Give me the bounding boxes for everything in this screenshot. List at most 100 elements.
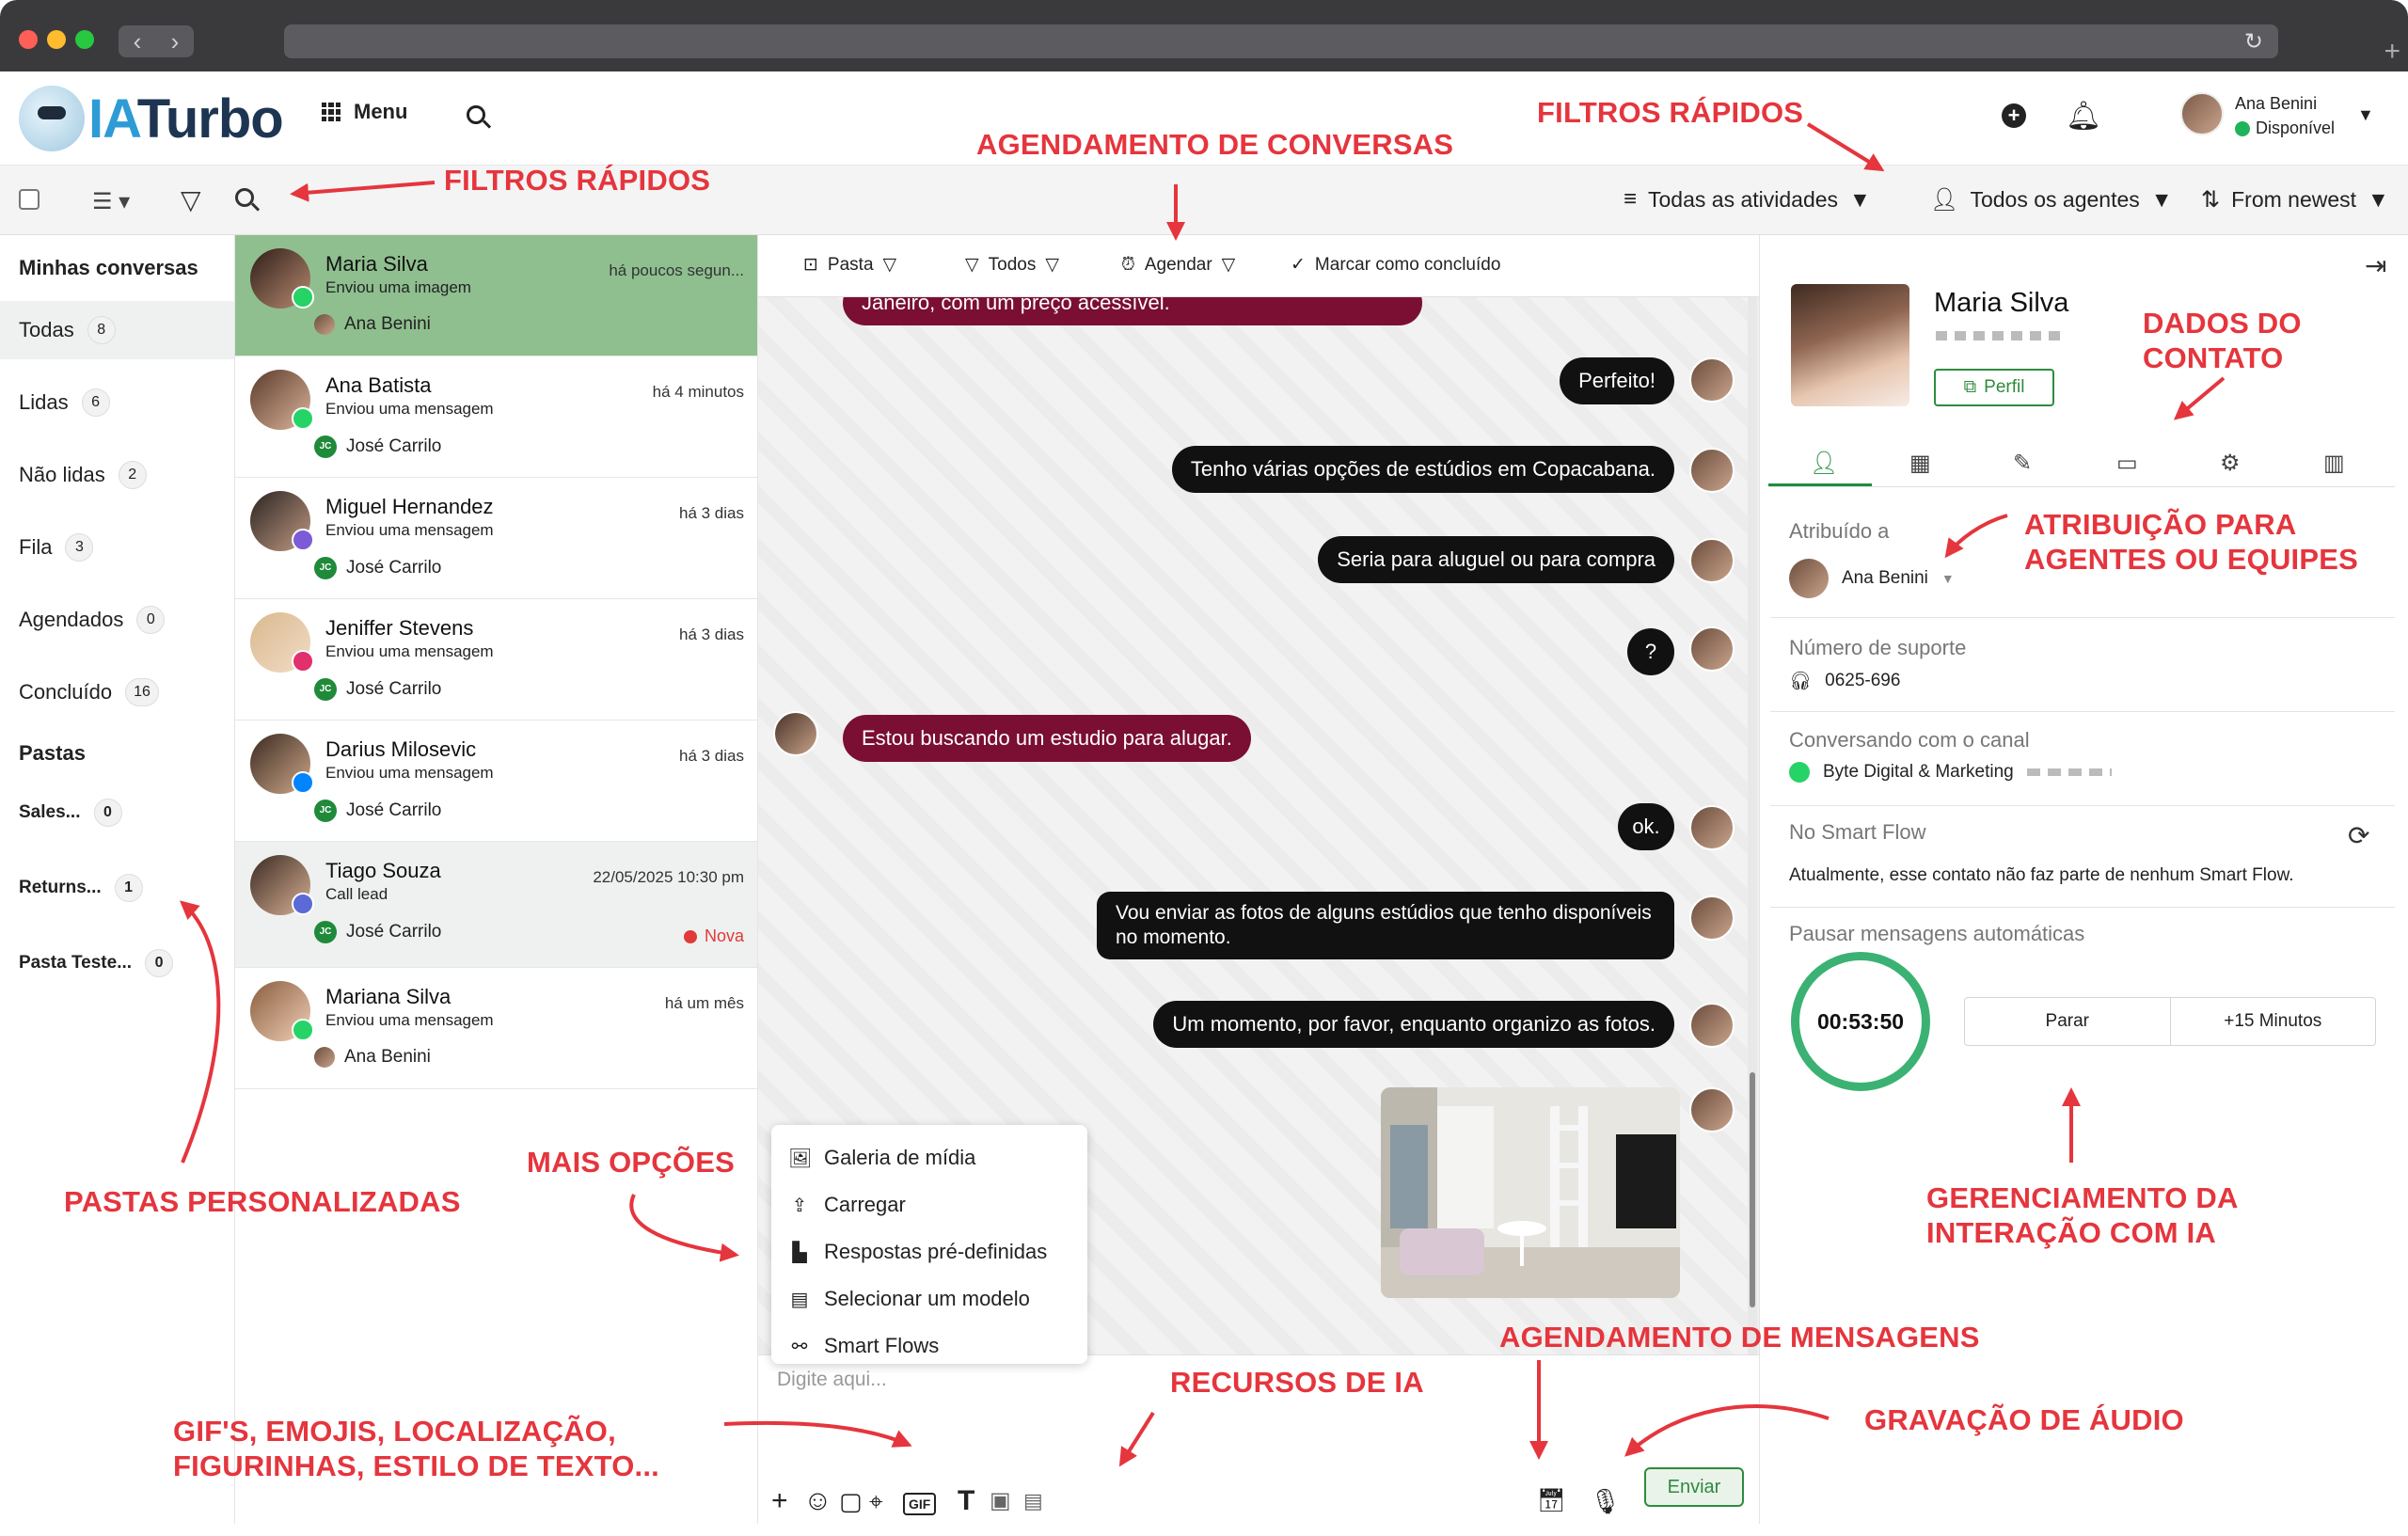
sort-label: From newest	[2231, 187, 2357, 212]
person-tab-icon[interactable]: 👤︎	[1810, 450, 1838, 477]
text-style-icon[interactable]: T	[958, 1487, 974, 1515]
agent-avatar	[314, 1047, 335, 1068]
conversation-time: há 3 dias	[679, 625, 744, 643]
user-avatar[interactable]	[2180, 92, 2224, 135]
list-view-icon[interactable]: ☰ ▾	[92, 188, 130, 215]
conversation-preview: Enviou uma imagem	[325, 278, 471, 296]
conversation-item[interactable]: Miguel Hernandez Enviou uma mensagem há …	[235, 478, 757, 599]
user-settings-tab-icon[interactable]: ⚙	[2220, 450, 2241, 477]
search-icon[interactable]	[467, 105, 485, 124]
sidebar-item-nao-lidas[interactable]: Não lidas 2	[0, 446, 234, 504]
agent-initials-avatar: JC	[314, 557, 337, 579]
annotation-line: CONTATO	[2143, 340, 2284, 374]
annotation-quick-filters-right: FILTROS RÁPIDOS	[1537, 96, 1804, 129]
user-status[interactable]: Disponível	[2235, 119, 2335, 138]
sidebar-item-fila[interactable]: Fila 3	[0, 518, 234, 577]
emoji-icon[interactable]: ☺	[803, 1487, 832, 1515]
menu-item-select-template[interactable]: ▤ Selecionar um modelo	[771, 1275, 1087, 1322]
edit-tab-icon[interactable]: ✎	[2013, 450, 2032, 477]
location-pin-icon[interactable]: ⌖	[869, 1487, 883, 1515]
filter-icon[interactable]: ▽	[181, 184, 201, 215]
folder-label: Pasta Teste...	[19, 953, 133, 973]
search-icon[interactable]	[235, 188, 254, 207]
message-text: Janeiro, com um preço acessível.	[862, 297, 1170, 314]
maximize-window-button[interactable]	[75, 30, 94, 49]
message-input[interactable]: Digite aqui...	[777, 1369, 887, 1391]
count-badge: 16	[125, 678, 159, 706]
logo: IATurbo	[19, 83, 284, 154]
menu-item-media-gallery[interactable]: 🖼︎ Galeria de mídia	[771, 1134, 1087, 1181]
plus-icon[interactable]: +	[771, 1487, 788, 1515]
reload-icon[interactable]: ↻	[2244, 28, 2263, 55]
sort-dropdown[interactable]: ⇅ From newest ▼	[2201, 186, 2389, 214]
sidebar-item-concluido[interactable]: Concluído 16	[0, 663, 234, 721]
kanban-tab-icon[interactable]: ▭	[2116, 450, 2138, 477]
agent-name: Ana Benini	[344, 1047, 431, 1067]
conversation-item[interactable]: Maria Silva Enviou uma imagem há poucos …	[235, 235, 757, 356]
menu-item-upload[interactable]: ⇪ Carregar	[771, 1181, 1087, 1228]
document-tab-icon[interactable]: ▥	[2323, 450, 2345, 477]
assigned-label: Atribuído a	[1789, 519, 1890, 543]
id-card-tab-icon[interactable]: ▦	[1909, 450, 1931, 477]
all-dropdown[interactable]: ▽ Todos ▽	[965, 254, 1059, 276]
assigned-dropdown[interactable]: Ana Benini ▼	[1789, 559, 1955, 598]
back-icon[interactable]: ‹	[119, 25, 156, 57]
mark-done-button[interactable]: ✓ Marcar como concluído	[1291, 254, 1500, 276]
close-window-button[interactable]	[19, 30, 38, 49]
conversation-item[interactable]: Mariana Silva Enviou uma mensagem há um …	[235, 968, 757, 1089]
conversation-item[interactable]: Ana Batista Enviou uma mensagem há 4 min…	[235, 356, 757, 478]
menu-button[interactable]: Menu	[322, 100, 407, 124]
sticker-icon[interactable]: ▢	[839, 1487, 863, 1515]
sidebar-item-agendados[interactable]: Agendados 0	[0, 591, 234, 649]
folder-item-sales[interactable]: Sales... 0	[0, 786, 234, 839]
ai-chip-icon[interactable]: ▣	[990, 1487, 1011, 1515]
add-15-minutes-button[interactable]: +15 Minutos	[2169, 998, 2376, 1045]
forward-icon[interactable]: ›	[156, 25, 194, 57]
activities-dropdown[interactable]: ≡ Todas as atividades ▼	[1624, 186, 1871, 213]
messenger-icon	[292, 771, 314, 794]
activities-label: Todas as atividades	[1648, 186, 1839, 212]
translate-icon[interactable]: ▤	[1023, 1487, 1043, 1515]
phone-channel-icon	[292, 893, 314, 915]
new-tab-icon[interactable]: +	[2384, 36, 2400, 68]
chevron-down-icon: ▼	[2368, 187, 2389, 212]
schedule-message-icon[interactable]: 📅︎	[1537, 1487, 1565, 1515]
chat-scroll-thumb[interactable]	[1750, 1072, 1755, 1307]
chevron-down-icon[interactable]: ▼	[2357, 105, 2374, 125]
folder-dropdown[interactable]: ⊡ Pasta ▽	[803, 254, 896, 276]
divider	[1770, 907, 2395, 908]
gif-icon[interactable]: GIF	[903, 1493, 937, 1515]
send-button[interactable]: Enviar	[1644, 1467, 1744, 1507]
refresh-icon[interactable]: ⟳	[2348, 820, 2369, 851]
minimize-window-button[interactable]	[47, 30, 66, 49]
profile-button[interactable]: ⧉ Perfil	[1934, 369, 2054, 406]
instagram-icon	[292, 650, 314, 673]
browser-nav-buttons: ‹ ›	[119, 25, 194, 57]
agent-avatar	[1689, 538, 1735, 583]
conversation-item[interactable]: Tiago Souza Call lead 22/05/2025 10:30 p…	[235, 842, 757, 968]
conversation-name: Mariana Silva	[325, 985, 452, 1008]
sidebar-item-todas[interactable]: Todas 8	[0, 301, 234, 359]
mark-done-label: Marcar como concluído	[1314, 254, 1501, 275]
add-circle-icon[interactable]: +	[2002, 103, 2026, 128]
menu-item-predefined-replies[interactable]: ▙ Respostas pré-definidas	[771, 1228, 1087, 1275]
studio-photo-message[interactable]	[1381, 1087, 1680, 1298]
filter-icon: ▽	[965, 255, 979, 275]
collapse-panel-icon[interactable]: ⇥	[2365, 250, 2386, 281]
menu-item-smart-flows[interactable]: ⚯ Smart Flows	[771, 1322, 1087, 1370]
microphone-icon[interactable]: 🎙︎	[1590, 1487, 1621, 1515]
conversation-item[interactable]: Darius Milosevic Enviou uma mensagem há …	[235, 720, 757, 842]
address-bar[interactable]: ↻	[284, 24, 2278, 58]
agents-dropdown[interactable]: 👤︎ Todos os agentes ▼	[1930, 186, 2173, 214]
support-number: 🎧︎ 0625-696	[1789, 670, 1900, 692]
stop-button[interactable]: Parar	[1965, 998, 2170, 1045]
conversation-item[interactable]: Jeniffer Stevens Enviou uma mensagem há …	[235, 599, 757, 720]
menu-item-label: Respostas pré-definidas	[824, 1240, 1048, 1263]
count-badge: 0	[93, 799, 122, 827]
folder-item-returns[interactable]: Returns... 1	[0, 862, 234, 914]
select-all-checkbox[interactable]	[19, 189, 40, 210]
sidebar-item-lidas[interactable]: Lidas 6	[0, 373, 234, 432]
folder-item-pasta-teste[interactable]: Pasta Teste... 0	[0, 937, 234, 990]
schedule-dropdown[interactable]: ⏰︎ Agendar ▽	[1121, 254, 1235, 276]
bell-icon[interactable]: 🔔︎	[2066, 100, 2101, 133]
